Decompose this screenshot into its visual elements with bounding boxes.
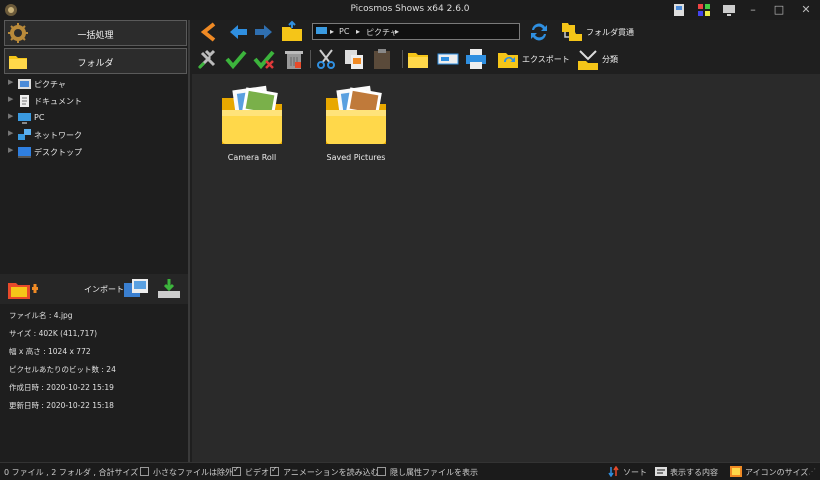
folder-name: Camera Roll <box>227 153 277 162</box>
network-icon <box>18 129 31 140</box>
folder-tree: ▶ ピクチャ ▶ ドキュメント ▶ PC ▶ ネットワーク ▶ デスクトップ <box>6 76 186 161</box>
tree-item-label: PC <box>34 113 45 122</box>
tree-item-label: ドキュメント <box>34 97 82 106</box>
import-bar: インポート <box>0 274 188 304</box>
show-hidden-checkbox[interactable] <box>377 467 386 476</box>
title-bar: Picosmos Shows x64 2.6.0 – □ ✕ <box>0 0 820 20</box>
expand-arrow-icon[interactable]: ▶ <box>8 78 13 86</box>
toolbar-separator <box>402 50 403 68</box>
tree-item-documents[interactable]: ▶ ドキュメント <box>6 93 186 110</box>
batch-process-button[interactable]: 一括処理 <box>4 20 187 46</box>
import-device-icon[interactable] <box>156 277 182 301</box>
video-label[interactable]: ビデオ <box>245 467 269 478</box>
minimize-button[interactable]: – <box>740 0 766 20</box>
classify-icon[interactable] <box>576 47 600 71</box>
bit-depth-text: ピクセルあたりのビット数 : 24 <box>9 365 116 374</box>
desktop-icon <box>18 147 31 158</box>
video-checkbox[interactable] <box>232 465 241 476</box>
maximize-button[interactable]: □ <box>766 0 792 20</box>
display-content-icon[interactable] <box>655 466 667 477</box>
forward-arrow-icon[interactable] <box>252 20 276 44</box>
new-folder-icon[interactable] <box>406 47 430 71</box>
uncheck-icon[interactable] <box>252 47 276 71</box>
up-arrow-icon[interactable] <box>198 20 222 44</box>
photo-folder-icon <box>326 85 386 144</box>
folder-tile-saved-pictures[interactable]: Saved Pictures <box>304 84 408 164</box>
layout-icon[interactable] <box>696 2 712 18</box>
classify-label[interactable]: 分類 <box>602 54 618 65</box>
file-size-text: サイズ : 402K (411,717) <box>9 329 98 338</box>
paste-icon[interactable] <box>370 47 394 71</box>
refresh-icon[interactable] <box>527 20 551 44</box>
resize-grip-icon[interactable]: ⋰ <box>808 467 816 476</box>
load-animation-label[interactable]: アニメーションを読み込む <box>283 467 379 478</box>
status-bar: 0 ファイル , 2 フォルダ , 合計サイズ 0 小さなファイルは除外 ビデオ… <box>0 462 820 480</box>
tree-item-label: ピクチャ <box>34 80 66 89</box>
folder-traverse-label[interactable]: フォルダ貫通 <box>586 27 634 38</box>
pictures-icon <box>18 79 31 89</box>
file-browser-content: Camera Roll Saved Pictures <box>192 74 820 462</box>
trash-icon[interactable] <box>282 47 306 71</box>
import-label: インポート <box>84 285 124 294</box>
breadcrumb-pictures[interactable]: ピクチャ <box>366 27 398 38</box>
toolbar-separator <box>310 50 311 68</box>
folder-traverse-icon[interactable] <box>560 20 584 44</box>
tree-item-label: デスクトップ <box>34 148 82 157</box>
modified-date-text: 更新日時 : 2020-10-22 15:18 <box>9 401 114 410</box>
tree-item-network[interactable]: ▶ ネットワーク <box>6 127 186 144</box>
show-hidden-label[interactable]: 隠し属性ファイルを表示 <box>390 467 478 478</box>
breadcrumb-pc[interactable]: PC <box>339 27 349 36</box>
icon-size-icon[interactable] <box>730 466 742 477</box>
tree-item-label: ネットワーク <box>34 131 82 140</box>
toolbar: エクスポート 分類 <box>192 44 820 74</box>
cut-icon[interactable] <box>314 47 338 71</box>
folder-button[interactable]: フォルダ <box>4 48 187 74</box>
address-bar[interactable]: ▸ PC ▸ ピクチャ ▸ <box>312 23 520 40</box>
documents-icon <box>20 95 29 107</box>
export-icon[interactable] <box>496 47 520 71</box>
open-folder-icon[interactable] <box>280 20 304 44</box>
folder-tile-camera-roll[interactable]: Camera Roll <box>200 84 304 164</box>
folder-label: フォルダ <box>77 59 114 69</box>
back-arrow-icon[interactable] <box>226 20 250 44</box>
display-content-label[interactable]: 表示する内容 <box>670 467 718 478</box>
file-info-panel: ファイル名 : 4.jpg サイズ : 402K (411,717) 幅 x 高… <box>9 310 116 418</box>
pc-icon <box>18 113 31 124</box>
icon-size-label[interactable]: アイコンのサイズ <box>745 467 808 478</box>
load-animation-checkbox[interactable] <box>270 465 279 476</box>
navigation-bar: ▸ PC ▸ ピクチャ ▸ フォルダ貫通 <box>192 20 820 44</box>
batch-process-label: 一括処理 <box>77 31 114 41</box>
check-icon[interactable] <box>224 47 248 71</box>
status-summary: 0 ファイル , 2 フォルダ , 合計サイズ 0 <box>4 468 146 477</box>
expand-arrow-icon[interactable]: ▶ <box>8 112 13 120</box>
expand-arrow-icon[interactable]: ▶ <box>8 129 13 137</box>
expand-arrow-icon[interactable]: ▶ <box>8 146 13 154</box>
close-button[interactable]: ✕ <box>793 0 819 20</box>
left-panel: 一括処理 フォルダ ▶ ピクチャ ▶ ドキュメント ▶ PC ▶ ネットワーク <box>0 20 190 462</box>
import-photos-icon[interactable] <box>122 277 152 301</box>
created-date-text: 作成日時 : 2020-10-22 15:19 <box>9 383 114 392</box>
monitor-icon[interactable] <box>721 2 737 18</box>
pc-icon <box>316 27 327 34</box>
print-icon[interactable] <box>464 47 488 71</box>
rename-icon[interactable] <box>436 47 460 71</box>
tree-item-desktop[interactable]: ▶ デスクトップ <box>6 144 186 161</box>
photo-folder-icon <box>222 85 282 144</box>
folder-name: Saved Pictures <box>326 153 386 162</box>
tools-icon[interactable] <box>196 47 220 71</box>
copy-icon[interactable] <box>342 47 366 71</box>
sort-label[interactable]: ソート <box>623 467 647 478</box>
tree-item-pictures[interactable]: ▶ ピクチャ <box>6 76 186 93</box>
dimensions-text: 幅 x 高さ : 1024 x 772 <box>9 347 91 356</box>
exclude-small-label[interactable]: 小さなファイルは除外 <box>153 467 233 478</box>
add-to-album-icon[interactable] <box>6 277 40 301</box>
thumbnail-view-icon[interactable] <box>671 2 687 18</box>
tree-item-pc[interactable]: ▶ PC <box>6 110 186 127</box>
expand-arrow-icon[interactable]: ▶ <box>8 95 13 103</box>
file-name-text: ファイル名 : 4.jpg <box>9 311 73 320</box>
exclude-small-checkbox[interactable] <box>140 467 149 476</box>
sort-icon[interactable] <box>608 466 620 477</box>
export-label[interactable]: エクスポート <box>522 54 570 65</box>
